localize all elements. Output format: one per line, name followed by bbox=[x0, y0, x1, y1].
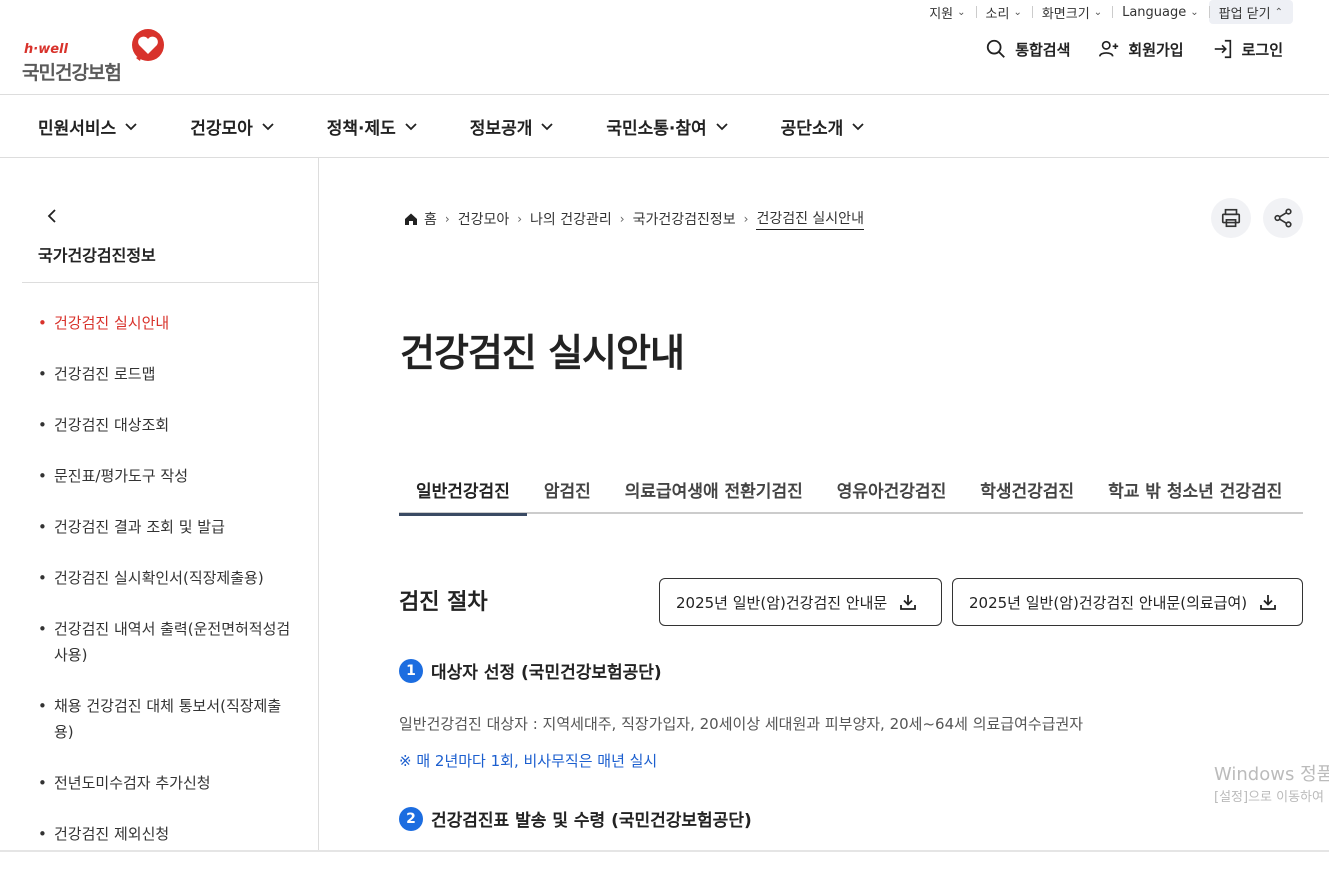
step-title: 대상자 선정 (국민건강보험공단) bbox=[431, 663, 662, 683]
share-button[interactable] bbox=[1263, 198, 1303, 238]
sidebar-item[interactable]: 건강검진 내역서 출력(운전면허적성검사용) bbox=[38, 616, 300, 668]
sidebar-item[interactable]: 건강검진 제외신청 bbox=[38, 821, 300, 847]
download-icon bbox=[900, 595, 917, 610]
tab-bar: 일반건강검진 암검진 의료급여생애 전환기검진 영유아건강검진 학생건강검진 학… bbox=[399, 464, 1303, 516]
home-icon bbox=[405, 213, 417, 225]
util-screen-size[interactable]: 화면크기 ⌄ bbox=[1031, 0, 1112, 24]
print-icon bbox=[1221, 208, 1241, 228]
windows-watermark-sub: [설정]으로 이동하여 bbox=[1214, 790, 1324, 805]
search-button[interactable]: 통합검색 bbox=[985, 38, 1070, 60]
windows-watermark: Windows 정품 bbox=[1214, 764, 1329, 785]
sidebar-item[interactable]: 문진표/평가도구 작성 bbox=[38, 463, 300, 489]
nav-about[interactable]: 공단소개 bbox=[781, 114, 866, 139]
sidebar-item[interactable]: 건강검진 실시확인서(직장제출용) bbox=[38, 565, 300, 591]
logo-brand: h·well bbox=[24, 42, 68, 57]
chevron-left-icon[interactable] bbox=[44, 208, 60, 224]
logo-org-name: 국민건강보험 bbox=[22, 62, 122, 84]
sidebar-item[interactable]: 건강검진 실시안내 bbox=[38, 310, 300, 336]
util-language[interactable]: Language ⌄ bbox=[1112, 0, 1209, 24]
main-nav: 민원서비스 건강모아 정책·제도 정보공개 국민소통·참여 공단소개 bbox=[0, 94, 1329, 158]
header-actions: 통합검색 회원가입 로그인 bbox=[985, 38, 1283, 60]
page-title: 건강검진 실시안내 bbox=[400, 331, 685, 375]
section-title: 검진 절차 bbox=[399, 590, 488, 615]
nav-communication[interactable]: 국민소통·참여 bbox=[606, 114, 728, 139]
breadcrumb: 홈 › 건강모아 › 나의 건강관리 › 국가건강검진정보 › 건강검진 실시안… bbox=[404, 208, 864, 230]
nav-civil-service[interactable]: 민원서비스 bbox=[38, 114, 138, 139]
divider bbox=[22, 282, 318, 283]
chevron-down-icon bbox=[262, 123, 274, 131]
search-icon bbox=[987, 39, 1006, 58]
page-tools bbox=[1211, 198, 1303, 238]
chevron-up-icon: ⌃ bbox=[1274, 6, 1283, 18]
user-add-icon bbox=[1099, 40, 1119, 57]
chevron-right-icon: › bbox=[743, 212, 749, 226]
main-content: 홈 › 건강모아 › 나의 건강관리 › 국가건강검진정보 › 건강검진 실시안… bbox=[320, 158, 1329, 852]
nav-policy[interactable]: 정책·제도 bbox=[327, 114, 418, 139]
chevron-down-icon: ⌄ bbox=[1093, 6, 1103, 18]
step-2: 2 건강검진표 발송 및 수령 (국민건강보험공단) bbox=[399, 806, 752, 831]
sidebar-item[interactable]: 건강검진 결과 조회 및 발급 bbox=[38, 514, 300, 540]
tab-medical-aid-checkup[interactable]: 의료급여생애 전환기검진 bbox=[608, 464, 820, 514]
step-number-badge: 2 bbox=[399, 806, 423, 831]
chevron-right-icon: › bbox=[619, 212, 625, 226]
tab-cancer-checkup[interactable]: 암검진 bbox=[527, 464, 608, 514]
chevron-down-icon bbox=[852, 123, 864, 131]
step-1-note: ※ 매 2년마다 1회, 비사무직은 매년 실시 bbox=[399, 752, 658, 770]
login-icon bbox=[1214, 39, 1231, 59]
tab-youth-checkup[interactable]: 학교 밖 청소년 건강검진 bbox=[1091, 464, 1299, 514]
breadcrumb-home[interactable]: 홈 bbox=[424, 209, 437, 229]
chevron-right-icon: › bbox=[517, 212, 523, 226]
breadcrumb-item[interactable]: 나의 건강관리 bbox=[530, 209, 612, 229]
print-button[interactable] bbox=[1211, 198, 1251, 238]
sidebar-title: 국가건강검진정보 bbox=[38, 246, 156, 265]
chevron-down-icon bbox=[541, 123, 553, 131]
nav-health[interactable]: 건강모아 bbox=[190, 114, 275, 139]
chevron-down-icon bbox=[405, 123, 417, 131]
chevron-down-icon: ⌄ bbox=[1190, 6, 1199, 18]
sidebar-item[interactable]: 건강검진 로드맵 bbox=[38, 361, 300, 387]
step-title: 건강검진표 발송 및 수령 (국민건강보험공단) bbox=[431, 811, 752, 831]
nav-info-disclosure[interactable]: 정보공개 bbox=[470, 114, 555, 139]
breadcrumb-current[interactable]: 건강검진 실시안내 bbox=[756, 208, 864, 230]
chevron-down-icon: ⌄ bbox=[1013, 6, 1022, 18]
sidebar-menu: 건강검진 실시안내 건강검진 로드맵 건강검진 대상조회 문진표/평가도구 작성… bbox=[38, 310, 300, 872]
breadcrumb-item[interactable]: 국가건강검진정보 bbox=[633, 209, 736, 229]
sidebar: 국가건강검진정보 건강검진 실시안내 건강검진 로드맵 건강검진 대상조회 문진… bbox=[0, 158, 319, 852]
login-button[interactable]: 로그인 bbox=[1212, 38, 1283, 60]
sidebar-item[interactable]: 채용 건강검진 대체 통보서(직장제출용) bbox=[38, 693, 300, 745]
util-sound[interactable]: 소리 ⌄ bbox=[975, 0, 1032, 24]
tab-general-checkup[interactable]: 일반건강검진 bbox=[399, 464, 527, 516]
tab-infant-checkup[interactable]: 영유아건강검진 bbox=[820, 464, 963, 514]
chevron-down-icon: ⌄ bbox=[957, 6, 966, 18]
sidebar-item[interactable]: 전년도미수검자 추가신청 bbox=[38, 770, 300, 796]
signup-button[interactable]: 회원가입 bbox=[1098, 38, 1184, 60]
site-logo[interactable]: h·well 국민건강보험 bbox=[22, 28, 172, 84]
utility-bar: 지원 ⌄ 소리 ⌄ 화면크기 ⌄ Language ⌄ 팝업 닫기 ⌃ bbox=[919, 0, 1293, 24]
util-support[interactable]: 지원 ⌄ bbox=[919, 0, 975, 24]
download-guide-button[interactable]: 2025년 일반(암)건강검진 안내문 bbox=[659, 578, 942, 626]
step-1: 1 대상자 선정 (국민건강보험공단) bbox=[399, 658, 662, 683]
share-icon bbox=[1274, 208, 1292, 228]
chevron-down-icon bbox=[716, 123, 728, 131]
download-icon bbox=[1260, 595, 1277, 610]
heart-logo-icon bbox=[132, 29, 164, 61]
tab-student-checkup[interactable]: 학생건강검진 bbox=[963, 464, 1091, 514]
step-1-description: 일반건강검진 대상자 : 지역세대주, 직장가입자, 20세이상 세대원과 피부… bbox=[399, 715, 1084, 733]
chevron-down-icon bbox=[125, 123, 137, 131]
chevron-right-icon: › bbox=[444, 212, 450, 226]
step-number-badge: 1 bbox=[399, 658, 423, 683]
popup-close-button[interactable]: 팝업 닫기 ⌃ bbox=[1208, 0, 1293, 24]
breadcrumb-item[interactable]: 건강모아 bbox=[458, 209, 510, 229]
download-medical-aid-guide-button[interactable]: 2025년 일반(암)건강검진 안내문(의료급여) bbox=[952, 578, 1303, 626]
sidebar-item[interactable]: 건강검진 대상조회 bbox=[38, 412, 300, 438]
